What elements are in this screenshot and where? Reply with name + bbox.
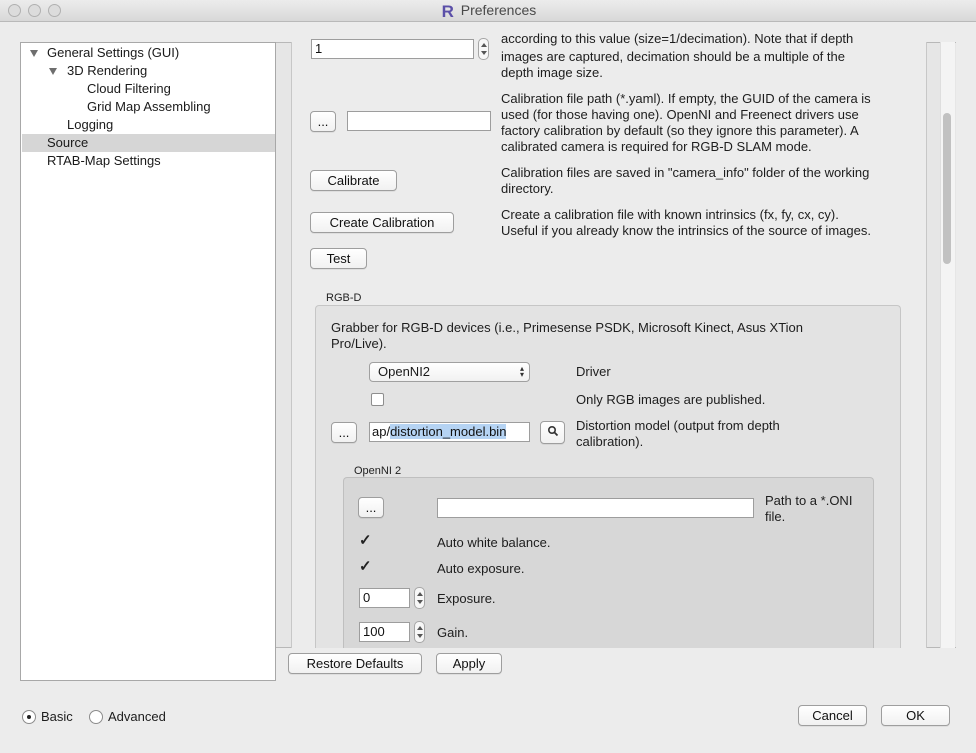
- driver-label: Driver: [576, 364, 611, 379]
- window-title: Preferences: [460, 2, 537, 18]
- calibration-desc-line-2: used (for those having one). OpenNI and …: [501, 107, 859, 122]
- decimation-desc-line-2: images are captured, decimation should b…: [501, 49, 845, 64]
- create-calibration-desc-line-1: Create a calibration file with known int…: [501, 207, 839, 222]
- decimation-desc-line-3: depth image size.: [501, 65, 603, 80]
- restore-defaults-button[interactable]: Restore Defaults: [288, 653, 422, 674]
- oni-desc-line-2: file.: [765, 509, 786, 524]
- tree-item-label: Grid Map Assembling: [87, 99, 211, 114]
- tree-item-label: General Settings (GUI): [47, 45, 180, 60]
- browse-oni-button[interactable]: ...: [358, 497, 384, 518]
- tree-item-rtabmap-settings[interactable]: RTAB-Map Settings: [22, 152, 275, 170]
- auto-exposure-label: Auto exposure.: [437, 561, 525, 576]
- distortion-desc-line-1: Distortion model (output from depth: [576, 418, 780, 433]
- cancel-button[interactable]: Cancel: [798, 705, 867, 726]
- browse-calibration-button[interactable]: ...: [310, 111, 336, 132]
- disclosure-triangle-icon[interactable]: [49, 68, 57, 75]
- oni-desc-line-1: Path to a *.ONI: [765, 493, 853, 508]
- tree-item-source[interactable]: Source: [22, 134, 275, 152]
- distortion-model-input[interactable]: ap/distortion_model.bin: [369, 422, 530, 442]
- exposure-label: Exposure.: [437, 591, 496, 606]
- select-arrows-icon: ▴ ▾: [519, 364, 524, 379]
- settings-tree[interactable]: General Settings (GUI) 3D Rendering Clou…: [20, 42, 276, 681]
- scrollbar-thumb[interactable]: [943, 113, 951, 264]
- tree-item-label: Source: [47, 135, 89, 150]
- calibrate-button[interactable]: Calibrate: [310, 170, 397, 191]
- advanced-mode-radio[interactable]: [89, 710, 103, 724]
- gain-label: Gain.: [437, 625, 469, 640]
- decimation-spinbox[interactable]: 1: [311, 39, 474, 59]
- window-title-wrap: R Preferences: [0, 2, 976, 20]
- tree-item-cloud-filtering[interactable]: Cloud Filtering: [22, 80, 275, 98]
- create-calibration-desc-line-2: Useful if you already know the intrinsic…: [501, 223, 871, 238]
- calibration-desc-line-1: Calibration file path (*.yaml). If empty…: [501, 91, 871, 106]
- only-rgb-label: Only RGB images are published.: [576, 392, 766, 407]
- distortion-path-selected: distortion_model.bin: [390, 424, 507, 439]
- tree-item-grid-map-assembling[interactable]: Grid Map Assembling: [22, 98, 275, 116]
- exposure-stepper[interactable]: [414, 587, 425, 609]
- calibrate-desc-line-1: Calibration files are saved in "camera_i…: [501, 165, 870, 180]
- tree-item-logging[interactable]: Logging: [22, 116, 275, 134]
- test-button[interactable]: Test: [310, 248, 367, 269]
- decimation-stepper[interactable]: [478, 38, 489, 60]
- calibrate-desc-line-2: directory.: [501, 181, 554, 196]
- rgbd-group-title: RGB-D: [326, 292, 362, 304]
- calibration-desc-line-3: factory calibration by default (so they …: [501, 123, 859, 138]
- apply-button[interactable]: Apply: [436, 653, 502, 674]
- ok-button[interactable]: OK: [881, 705, 950, 726]
- tree-item-label: RTAB-Map Settings: [47, 153, 161, 168]
- oni-path-input[interactable]: [437, 498, 754, 518]
- radio-selected-dot: [27, 715, 31, 719]
- tree-item-label: 3D Rendering: [67, 63, 148, 78]
- auto-exposure-checkbox[interactable]: ✓: [359, 558, 372, 575]
- tree-item-3d-rendering[interactable]: 3D Rendering: [22, 62, 275, 80]
- auto-white-balance-label: Auto white balance.: [437, 535, 551, 550]
- driver-select[interactable]: OpenNI2 ▴ ▾: [369, 362, 530, 382]
- gain-spinbox[interactable]: 100: [359, 622, 410, 642]
- rgbd-desc-line-1: Grabber for RGB-D devices (i.e., Primese…: [331, 320, 804, 335]
- disclosure-triangle-icon[interactable]: [30, 50, 38, 57]
- driver-select-value: OpenNI2: [378, 364, 431, 379]
- gain-stepper[interactable]: [414, 621, 425, 643]
- rgbd-desc-line-2: Pro/Live).: [331, 336, 387, 351]
- advanced-mode-label[interactable]: Advanced: [108, 709, 166, 725]
- exposure-spinbox[interactable]: 0: [359, 588, 410, 608]
- distortion-desc-line-2: calibration).: [576, 434, 644, 449]
- create-calibration-button[interactable]: Create Calibration: [310, 212, 454, 233]
- decimation-desc-clipped: according to this value (size=1/decimati…: [501, 33, 921, 47]
- search-icon[interactable]: [540, 421, 565, 444]
- tree-item-general-settings[interactable]: General Settings (GUI): [22, 44, 275, 62]
- openni2-group-title: OpenNI 2: [354, 465, 402, 477]
- calibration-path-input[interactable]: [347, 111, 491, 131]
- desc-line: according to this value (size=1/decimati…: [501, 33, 854, 46]
- only-rgb-checkbox[interactable]: [371, 393, 384, 406]
- browse-distortion-button[interactable]: ...: [331, 422, 357, 443]
- checkmark-icon: ✓: [359, 532, 372, 549]
- calibration-desc-line-4: calibrated camera is required for RGB-D …: [501, 139, 812, 154]
- distortion-path-prefix: ap/: [372, 424, 391, 439]
- magnifier-glyph-icon: [547, 425, 558, 437]
- tree-item-label: Logging: [67, 117, 114, 132]
- basic-mode-radio[interactable]: [22, 710, 36, 724]
- app-logo-icon: R: [441, 2, 454, 21]
- auto-white-balance-checkbox[interactable]: ✓: [359, 532, 372, 549]
- checkmark-icon: ✓: [359, 558, 372, 575]
- basic-mode-label[interactable]: Basic: [41, 709, 73, 725]
- tree-item-label: Cloud Filtering: [87, 81, 171, 96]
